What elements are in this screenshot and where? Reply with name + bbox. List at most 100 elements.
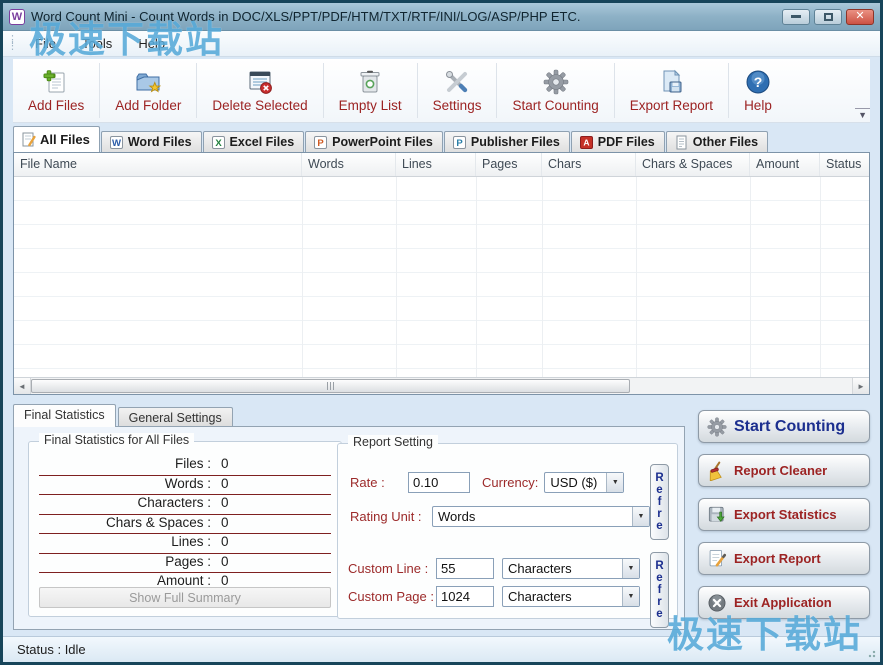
export-report-toolbar-button[interactable]: Export Report	[615, 59, 728, 122]
custom-page-label: Custom Page :	[348, 589, 436, 604]
export-report-label: Export Report	[734, 551, 821, 566]
export-report-button[interactable]: Export Report	[698, 542, 870, 575]
tab-powerpoint-files-label: PowerPoint Files	[332, 135, 433, 149]
add-files-button[interactable]: Add Files	[13, 59, 99, 122]
report-pencil-icon	[707, 549, 727, 569]
custom-page-unit-value: Characters	[503, 587, 622, 606]
table-column-gridline	[396, 177, 397, 377]
stat-value: 0	[221, 476, 229, 491]
add-folder-label: Add Folder	[115, 98, 181, 113]
status-bar: Status : Idle	[3, 636, 880, 662]
settings-button[interactable]: Settings	[418, 59, 497, 122]
empty-list-label: Empty List	[339, 98, 402, 113]
rating-unit-select[interactable]: Words ▼	[432, 506, 650, 527]
tab-pdf-files-label: PDF Files	[598, 135, 655, 149]
stat-label: Files :	[39, 456, 211, 471]
custom-line-unit-select[interactable]: Characters ▼	[502, 558, 640, 579]
column-chars-spaces[interactable]: Chars & Spaces	[636, 153, 750, 176]
custom-page-input[interactable]	[436, 586, 494, 607]
column-pages[interactable]: Pages	[476, 153, 542, 176]
tab-powerpoint-files[interactable]: P PowerPoint Files	[305, 131, 443, 152]
table-body	[14, 177, 869, 377]
report-cleaner-button[interactable]: Report Cleaner	[698, 454, 870, 487]
exit-application-button[interactable]: Exit Application	[698, 586, 870, 619]
start-counting-label: Start Counting	[734, 418, 845, 436]
toolbar: Add Files Add Folder	[13, 59, 870, 123]
refresh-custom-button[interactable]: Refre	[650, 552, 669, 628]
report-cleaner-label: Report Cleaner	[734, 463, 827, 478]
toolbar-overflow-button[interactable]: ▼	[855, 108, 870, 122]
stat-value: 0	[221, 573, 229, 588]
statistics-tabs: Final Statistics General Settings	[13, 404, 685, 427]
table-column-gridline	[820, 177, 821, 377]
table-column-gridline	[636, 177, 637, 377]
pdf-icon: A	[579, 135, 594, 150]
delete-selected-button[interactable]: Delete Selected	[197, 59, 322, 122]
tab-word-files[interactable]: W Word Files	[101, 131, 202, 152]
currency-select[interactable]: USD ($) ▼	[544, 472, 624, 493]
close-button[interactable]: ✕	[846, 9, 874, 25]
settings-label: Settings	[433, 98, 482, 113]
menu-file[interactable]: File	[23, 33, 68, 54]
delete-selected-label: Delete Selected	[212, 98, 307, 113]
stat-label: Lines :	[39, 534, 211, 549]
refresh-rate-button[interactable]: Refre	[650, 464, 669, 540]
rating-unit-label: Rating Unit :	[350, 509, 432, 524]
stat-row-words: Words : 0	[39, 476, 331, 496]
horizontal-scrollbar: ◄ ►	[14, 377, 869, 394]
report-setting-group-title: Report Setting	[348, 435, 438, 449]
stat-row-chars-spaces: Chars & Spaces : 0	[39, 515, 331, 535]
tab-all-files[interactable]: All Files	[13, 126, 100, 152]
export-statistics-button[interactable]: Export Statistics	[698, 498, 870, 531]
custom-page-unit-select[interactable]: Characters ▼	[502, 586, 640, 607]
chevron-down-icon: ▼	[622, 587, 639, 606]
broom-icon	[707, 461, 727, 481]
resize-grip[interactable]	[866, 648, 876, 658]
menu-help[interactable]: Help	[126, 33, 177, 54]
add-folder-button[interactable]: Add Folder	[100, 59, 196, 122]
tab-other-files[interactable]: Other Files	[666, 131, 768, 152]
start-counting-toolbar-button[interactable]: Start Counting	[497, 59, 613, 122]
tab-pdf-files[interactable]: A PDF Files	[571, 131, 665, 152]
scrollbar-thumb[interactable]	[31, 379, 630, 393]
settings-icon	[444, 69, 470, 95]
chevron-down-icon: ▼	[606, 473, 623, 492]
stat-value: 0	[221, 534, 229, 549]
tab-excel-files[interactable]: X Excel Files	[203, 131, 305, 152]
word-icon: W	[109, 135, 124, 150]
column-lines[interactable]: Lines	[396, 153, 476, 176]
custom-line-input[interactable]	[436, 558, 494, 579]
menu-bar: ⋮⋮ File Tools Help	[3, 31, 880, 57]
column-amount[interactable]: Amount	[750, 153, 820, 176]
scroll-right-button[interactable]: ►	[852, 378, 869, 394]
help-button[interactable]: ? Help	[729, 59, 787, 122]
column-words[interactable]: Words	[302, 153, 396, 176]
minimize-button[interactable]	[782, 9, 810, 25]
scroll-left-button[interactable]: ◄	[14, 378, 31, 394]
publisher-icon: P	[452, 135, 467, 150]
menu-tools[interactable]: Tools	[70, 33, 124, 54]
stat-label: Pages :	[39, 554, 211, 569]
gear-icon	[543, 69, 569, 95]
app-window: W Word Count Mini - Count Words in DOC/X…	[0, 0, 883, 665]
table-header: File Name Words Lines Pages Chars Chars …	[14, 153, 869, 177]
bottom-panel: Final Statistics General Settings Final …	[13, 404, 870, 630]
rating-unit-value: Words	[433, 507, 632, 526]
column-chars[interactable]: Chars	[542, 153, 636, 176]
svg-text:P: P	[456, 138, 463, 149]
status-text: Status : Idle	[17, 642, 86, 657]
start-counting-button[interactable]: Start Counting	[698, 410, 870, 443]
column-file-name[interactable]: File Name	[14, 153, 302, 176]
svg-text:P: P	[317, 138, 324, 149]
tab-publisher-files[interactable]: P Publisher Files	[444, 131, 570, 152]
svg-text:W: W	[112, 138, 121, 149]
tab-final-statistics[interactable]: Final Statistics	[13, 404, 116, 427]
column-status[interactable]: Status	[820, 153, 869, 176]
rate-input[interactable]	[408, 472, 470, 493]
chevron-down-icon: ▼	[622, 559, 639, 578]
empty-list-button[interactable]: Empty List	[324, 59, 417, 122]
show-full-summary-button[interactable]: Show Full Summary	[39, 587, 331, 608]
tab-general-settings[interactable]: General Settings	[118, 407, 233, 427]
table-column-gridline	[750, 177, 751, 377]
maximize-button[interactable]	[814, 9, 842, 25]
